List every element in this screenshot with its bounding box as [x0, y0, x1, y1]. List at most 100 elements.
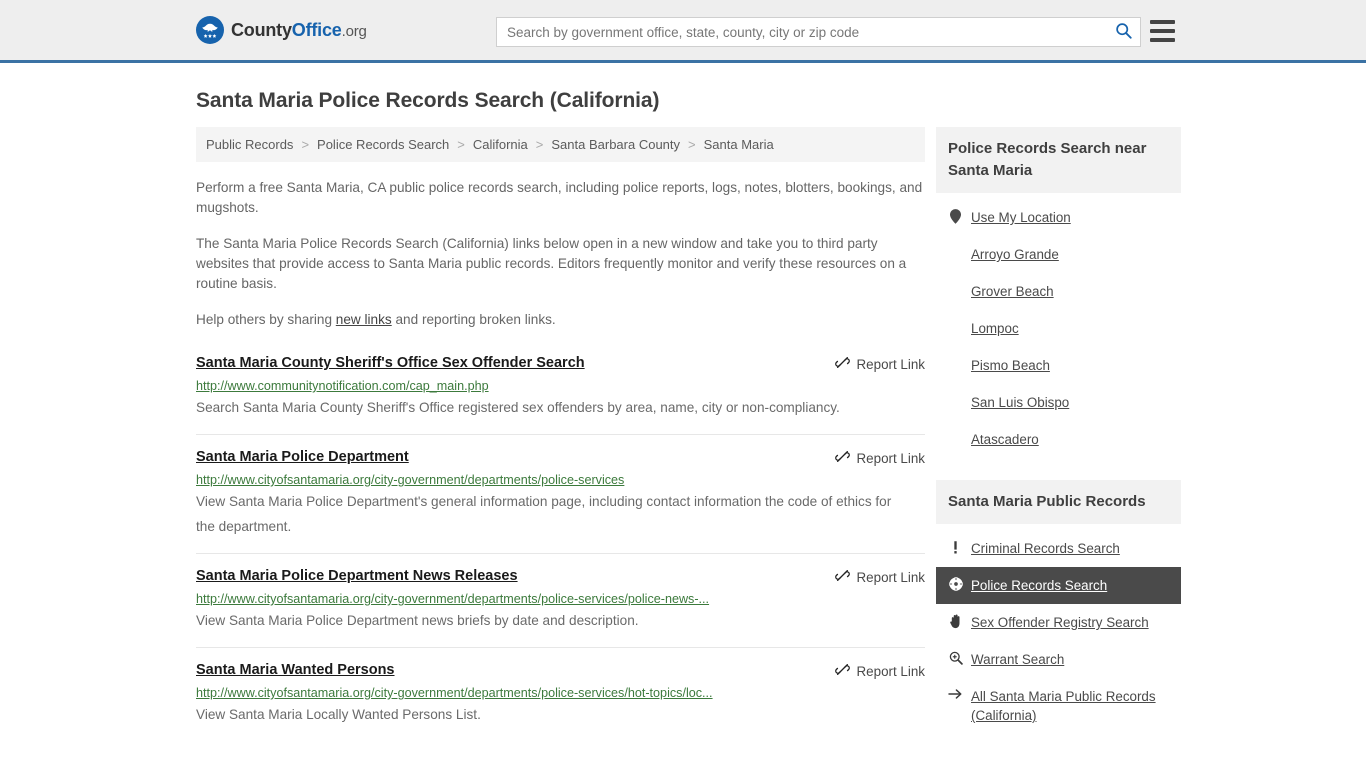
result-title-link[interactable]: Santa Maria Wanted Persons — [196, 662, 395, 678]
public-records-panel-heading: Santa Maria Public Records — [936, 480, 1181, 524]
public-records-panel: Santa Maria Public Records Criminal Reco… — [936, 480, 1181, 734]
result-title-link[interactable]: Santa Maria County Sheriff's Office Sex … — [196, 355, 585, 371]
result-item: Santa Maria Police Department News Relea… — [196, 553, 925, 647]
breadcrumb-item-0[interactable]: Public Records — [206, 137, 293, 152]
blank-icon — [948, 393, 963, 394]
search-bar[interactable] — [496, 17, 1141, 47]
blank-icon — [948, 319, 963, 320]
eagle-shield-logo-icon — [196, 16, 224, 44]
sidebar-link-label[interactable]: Arroyo Grande — [971, 245, 1059, 264]
sidebar-item-warrant-search[interactable]: Warrant Search — [936, 641, 1181, 678]
breadcrumb-item-3[interactable]: Santa Barbara County — [551, 137, 680, 152]
sidebar-link-label[interactable]: Grover Beach — [971, 282, 1054, 301]
search-input[interactable] — [497, 18, 1106, 46]
hamburger-bar-2 — [1150, 29, 1175, 33]
blank-icon — [948, 356, 963, 357]
result-item: Santa Maria Wanted Persons http://www.ci… — [196, 647, 925, 741]
breadcrumb-separator-2: > — [535, 137, 544, 152]
hamburger-menu-icon[interactable] — [1150, 20, 1175, 42]
sidebar-link-label[interactable]: Criminal Records Search — [971, 539, 1120, 558]
new-links-link[interactable]: new links — [336, 312, 392, 327]
result-description: Search Santa Maria County Sheriff's Offi… — [196, 400, 840, 415]
broken-link-icon — [834, 355, 850, 373]
nearby-panel-heading: Police Records Search near Santa Maria — [936, 127, 1181, 193]
sidebar-link-label[interactable]: Use My Location — [971, 208, 1071, 227]
broken-link-icon — [834, 568, 850, 586]
broken-link-icon — [834, 662, 850, 680]
report-link-button[interactable]: Report Link — [834, 449, 925, 467]
result-url[interactable]: http://www.cityofsantamaria.org/city-gov… — [196, 473, 796, 487]
sidebar-item-criminal-records-search[interactable]: Criminal Records Search — [936, 530, 1181, 567]
sidebar-item-san-luis-obispo[interactable]: San Luis Obispo — [936, 384, 1181, 421]
intro-text: Perform a free Santa Maria, CA public po… — [196, 178, 925, 330]
site-logo[interactable]: CountyOffice.org — [196, 16, 367, 44]
search-button[interactable] — [1106, 18, 1140, 46]
hamburger-bar-1 — [1150, 20, 1175, 24]
public-records-panel-body: Criminal Records Search Police Records S… — [936, 524, 1181, 734]
report-link-button[interactable]: Report Link — [834, 662, 925, 680]
report-link-button[interactable]: Report Link — [834, 355, 925, 373]
brand-part-office: Office — [291, 19, 342, 40]
result-item: Santa Maria Police Department http://www… — [196, 434, 925, 553]
breadcrumb-separator-1: > — [457, 137, 465, 152]
sidebar-item-sex-offender-registry-search[interactable]: Sex Offender Registry Search — [936, 604, 1181, 641]
breadcrumb-item-2[interactable]: California — [473, 137, 528, 152]
breadcrumb: Public Records > Police Records Search >… — [196, 127, 925, 162]
result-description: View Santa Maria Locally Wanted Persons … — [196, 707, 481, 722]
breadcrumb-item-4: Santa Maria — [703, 137, 774, 152]
result-title-link[interactable]: Santa Maria Police Department — [196, 449, 409, 465]
sidebar-link-label[interactable]: Pismo Beach — [971, 356, 1050, 375]
sidebar: Police Records Search near Santa Maria U… — [936, 127, 1181, 741]
result-url[interactable]: http://www.communitynotification.com/cap… — [196, 379, 796, 393]
map-pin-icon — [948, 208, 963, 224]
sidebar-link-label[interactable]: All Santa Maria Public Records (Californ… — [971, 687, 1169, 725]
sidebar-link-label[interactable]: Lompoc — [971, 319, 1019, 338]
intro-p3-after: and reporting broken links. — [391, 312, 556, 327]
page-container: Santa Maria Police Records Search (Calif… — [0, 89, 1366, 741]
hamburger-bar-3 — [1150, 38, 1175, 42]
search-icon — [1115, 22, 1132, 42]
breadcrumb-item-1[interactable]: Police Records Search — [317, 137, 449, 152]
brand-part-county: County — [231, 19, 292, 40]
site-logo-text: CountyOffice.org — [231, 20, 367, 41]
result-url[interactable]: http://www.cityofsantamaria.org/city-gov… — [196, 592, 796, 606]
nearby-panel-body: Use My Location Arroyo Grande Grover Bea… — [936, 193, 1181, 458]
report-link-label: Report Link — [856, 450, 925, 466]
page-title: Santa Maria Police Records Search (Calif… — [196, 89, 660, 112]
result-url[interactable]: http://www.cityofsantamaria.org/city-gov… — [196, 686, 796, 700]
result-title-link[interactable]: Santa Maria Police Department News Relea… — [196, 568, 518, 584]
result-description: View Santa Maria Police Department's gen… — [196, 494, 892, 534]
sidebar-link-label[interactable]: Sex Offender Registry Search — [971, 613, 1149, 632]
blank-icon — [948, 282, 963, 283]
breadcrumb-separator-3: > — [688, 137, 696, 152]
report-link-label: Report Link — [856, 663, 925, 679]
broken-link-icon — [834, 449, 850, 467]
report-link-button[interactable]: Report Link — [834, 568, 925, 586]
sidebar-item-all-public-records[interactable]: All Santa Maria Public Records (Californ… — [936, 678, 1181, 734]
sidebar-item-police-records-search[interactable]: Police Records Search — [936, 567, 1181, 604]
blank-icon — [948, 245, 963, 246]
site-header: CountyOffice.org — [0, 0, 1366, 63]
result-description: View Santa Maria Police Department news … — [196, 613, 639, 628]
sidebar-link-label[interactable]: Warrant Search — [971, 650, 1064, 669]
sidebar-item-pismo-beach[interactable]: Pismo Beach — [936, 347, 1181, 384]
nearby-panel: Police Records Search near Santa Maria U… — [936, 127, 1181, 458]
intro-p3-before: Help others by sharing — [196, 312, 336, 327]
main-column: Public Records > Police Records Search >… — [196, 127, 925, 741]
sidebar-item-lompoc[interactable]: Lompoc — [936, 310, 1181, 347]
sidebar-item-grover-beach[interactable]: Grover Beach — [936, 273, 1181, 310]
blank-icon — [948, 430, 963, 431]
sidebar-link-label[interactable]: San Luis Obispo — [971, 393, 1069, 412]
breadcrumb-separator-0: > — [301, 137, 310, 152]
sidebar-item-atascadero[interactable]: Atascadero — [936, 421, 1181, 458]
sidebar-item-use-my-location[interactable]: Use My Location — [936, 199, 1181, 236]
sidebar-link-label[interactable]: Atascadero — [971, 430, 1039, 449]
content-columns: Public Records > Police Records Search >… — [196, 127, 1181, 741]
sidebar-item-arroyo-grande[interactable]: Arroyo Grande — [936, 236, 1181, 273]
police-badge-icon — [948, 576, 963, 591]
hand-icon — [948, 613, 963, 629]
sidebar-link-label[interactable]: Police Records Search — [971, 576, 1107, 595]
report-link-label: Report Link — [856, 569, 925, 585]
exclamation-icon — [948, 539, 963, 555]
intro-paragraph-2: The Santa Maria Police Records Search (C… — [196, 236, 907, 291]
